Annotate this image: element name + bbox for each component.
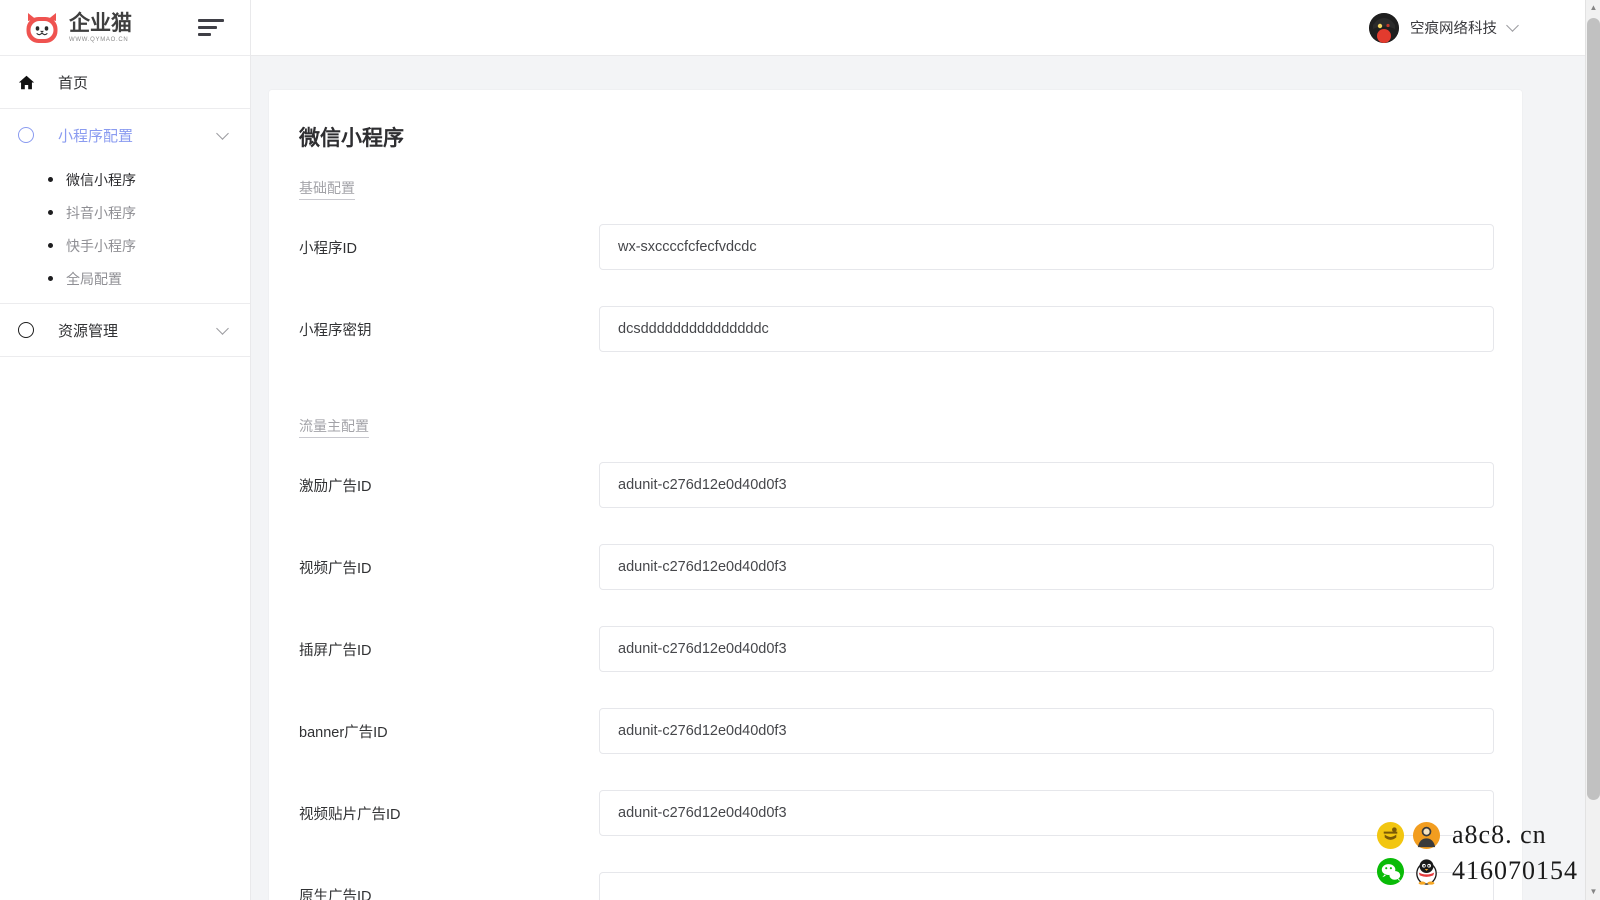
- user-avatar: [1369, 12, 1399, 43]
- brand-subtitle: WWW.QYMAO.CN: [69, 36, 129, 43]
- sidebar-item-global-config[interactable]: 全局配置: [0, 262, 250, 295]
- topbar: 空痕网络科技: [251, 0, 1600, 56]
- scroll-down-arrow-icon[interactable]: ▼: [1586, 884, 1600, 900]
- input-appsecret[interactable]: [599, 306, 1494, 352]
- form-row-reward-ad: 激励广告ID: [299, 444, 1494, 526]
- form-row-appsecret: 小程序密钥: [299, 288, 1494, 370]
- sidebar-item-kuaishou-miniprogram[interactable]: 快手小程序: [0, 229, 250, 262]
- input-video-patch-ad[interactable]: [599, 790, 1494, 836]
- label-native-ad: 原生广告ID: [299, 888, 372, 900]
- input-reward-ad[interactable]: [599, 462, 1494, 508]
- sidebar-item-miniprogram-config-label: 小程序配置: [58, 127, 134, 145]
- label-banner-ad: banner广告ID: [299, 724, 388, 741]
- circle-icon: [18, 127, 46, 143]
- sidebar-item-resource-management[interactable]: 资源管理: [0, 304, 250, 356]
- input-appid[interactable]: [599, 224, 1494, 270]
- input-native-ad[interactable]: [599, 872, 1494, 900]
- brand-header: 企业猫 WWW.QYMAO.CN: [0, 0, 250, 56]
- chevron-down-icon: [216, 126, 232, 140]
- user-name: 空痕网络科技: [1410, 21, 1497, 37]
- sidebar-item-wechat-miniprogram-label: 微信小程序: [66, 171, 136, 188]
- app-root: 企业猫 WWW.QYMAO.CN 首页 小程序配置 微信小程序 抖音小程序 快手…: [0, 0, 1600, 900]
- label-video-patch-ad: 视频贴片广告ID: [299, 806, 401, 823]
- form-row-native-ad: 原生广告ID: [299, 854, 1494, 900]
- input-banner-ad[interactable]: [599, 708, 1494, 754]
- label-appsecret: 小程序密钥: [299, 322, 372, 339]
- label-interstitial-ad: 插屏广告ID: [299, 642, 372, 659]
- config-card: 微信小程序 基础配置 小程序ID 小程序密钥 流量主配置 激励广告I: [269, 90, 1522, 900]
- sidebar-item-wechat-miniprogram[interactable]: 微信小程序: [0, 163, 250, 196]
- input-interstitial-ad[interactable]: [599, 626, 1494, 672]
- sidebar-item-miniprogram-config[interactable]: 小程序配置: [0, 109, 250, 161]
- bullet-icon: [48, 210, 53, 215]
- logo[interactable]: 企业猫 WWW.QYMAO.CN: [22, 8, 132, 48]
- home-icon: [18, 74, 46, 91]
- sidebar-item-global-config-label: 全局配置: [66, 270, 122, 287]
- scrollbar-thumb[interactable]: [1587, 18, 1600, 800]
- label-video-ad: 视频广告ID: [299, 560, 372, 577]
- form-row-video-ad: 视频广告ID: [299, 526, 1494, 608]
- user-menu[interactable]: 空痕网络科技: [1369, 12, 1522, 43]
- sidebar-item-resource-management-label: 资源管理: [58, 322, 119, 340]
- chevron-down-icon: [216, 321, 232, 335]
- sidebar: 企业猫 WWW.QYMAO.CN 首页 小程序配置 微信小程序 抖音小程序 快手…: [0, 0, 251, 900]
- label-appid: 小程序ID: [299, 240, 357, 257]
- sidebar-item-kuaishou-miniprogram-label: 快手小程序: [66, 237, 136, 254]
- label-reward-ad: 激励广告ID: [299, 478, 372, 495]
- form-row-banner-ad: banner广告ID: [299, 690, 1494, 772]
- sidebar-collapse-icon[interactable]: [198, 17, 224, 39]
- scroll-up-arrow-icon[interactable]: ▲: [1586, 0, 1600, 16]
- sidebar-item-douyin-miniprogram[interactable]: 抖音小程序: [0, 196, 250, 229]
- sidebar-item-douyin-miniprogram-label: 抖音小程序: [66, 204, 136, 221]
- sidebar-menu: 首页 小程序配置 微信小程序 抖音小程序 快手小程序 全局配置 资源管理: [0, 56, 250, 900]
- bullet-icon: [48, 177, 53, 182]
- cat-face-icon: [26, 12, 58, 43]
- form-row-video-patch-ad: 视频贴片广告ID: [299, 772, 1494, 854]
- chevron-down-icon: [1506, 19, 1522, 32]
- sidebar-group-resource: 资源管理: [0, 304, 250, 357]
- sidebar-item-home-label: 首页: [58, 74, 89, 92]
- content-scroll-region: 微信小程序 基础配置 小程序ID 小程序密钥 流量主配置 激励广告I: [251, 56, 1600, 900]
- page-scrollbar[interactable]: ▲ ▼: [1585, 0, 1600, 900]
- sidebar-submenu-miniprogram: 微信小程序 抖音小程序 快手小程序 全局配置: [0, 161, 250, 303]
- sidebar-item-home[interactable]: 首页: [0, 56, 250, 108]
- page-title: 微信小程序: [299, 127, 404, 150]
- section-label-ads: 流量主配置: [299, 416, 369, 438]
- circle-icon: [18, 322, 46, 338]
- bullet-icon: [48, 276, 53, 281]
- main-area: 空痕网络科技 微信小程序 基础配置 小程序ID 小程序密钥: [251, 0, 1600, 900]
- bullet-icon: [48, 243, 53, 248]
- sidebar-group-home: 首页: [0, 56, 250, 109]
- sidebar-group-miniprogram: 小程序配置 微信小程序 抖音小程序 快手小程序 全局配置: [0, 109, 250, 304]
- section-label-basic: 基础配置: [299, 178, 355, 200]
- form-row-interstitial-ad: 插屏广告ID: [299, 608, 1494, 690]
- brand-title: 企业猫: [69, 11, 132, 36]
- form-row-appid: 小程序ID: [299, 206, 1494, 288]
- input-video-ad[interactable]: [599, 544, 1494, 590]
